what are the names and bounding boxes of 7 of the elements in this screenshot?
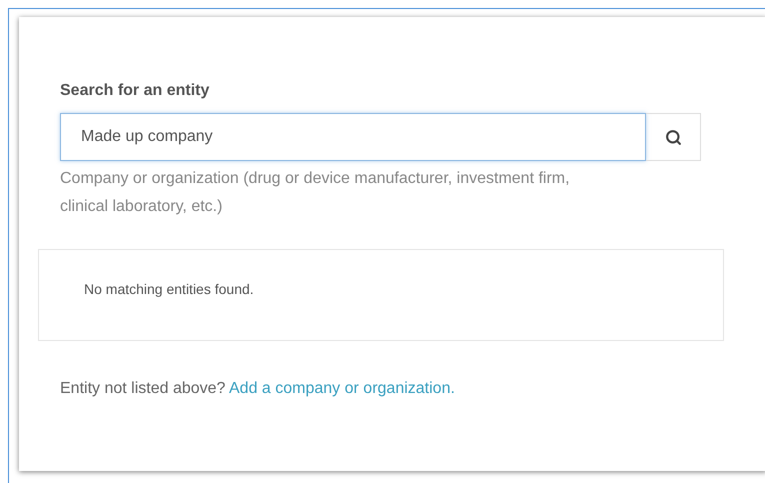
footer-text: Entity not listed above? — [60, 380, 226, 397]
search-icon — [664, 128, 682, 146]
help-text: Company or organization (drug or device manufacturer, investment firm, clinical laboratory, etc.) — [60, 169, 571, 217]
search-field[interactable]: Made up company — [60, 113, 646, 161]
field-label: Search for an entity — [60, 81, 210, 101]
search-button[interactable] — [646, 113, 701, 161]
empty-message: No matching entities found. — [84, 281, 254, 297]
